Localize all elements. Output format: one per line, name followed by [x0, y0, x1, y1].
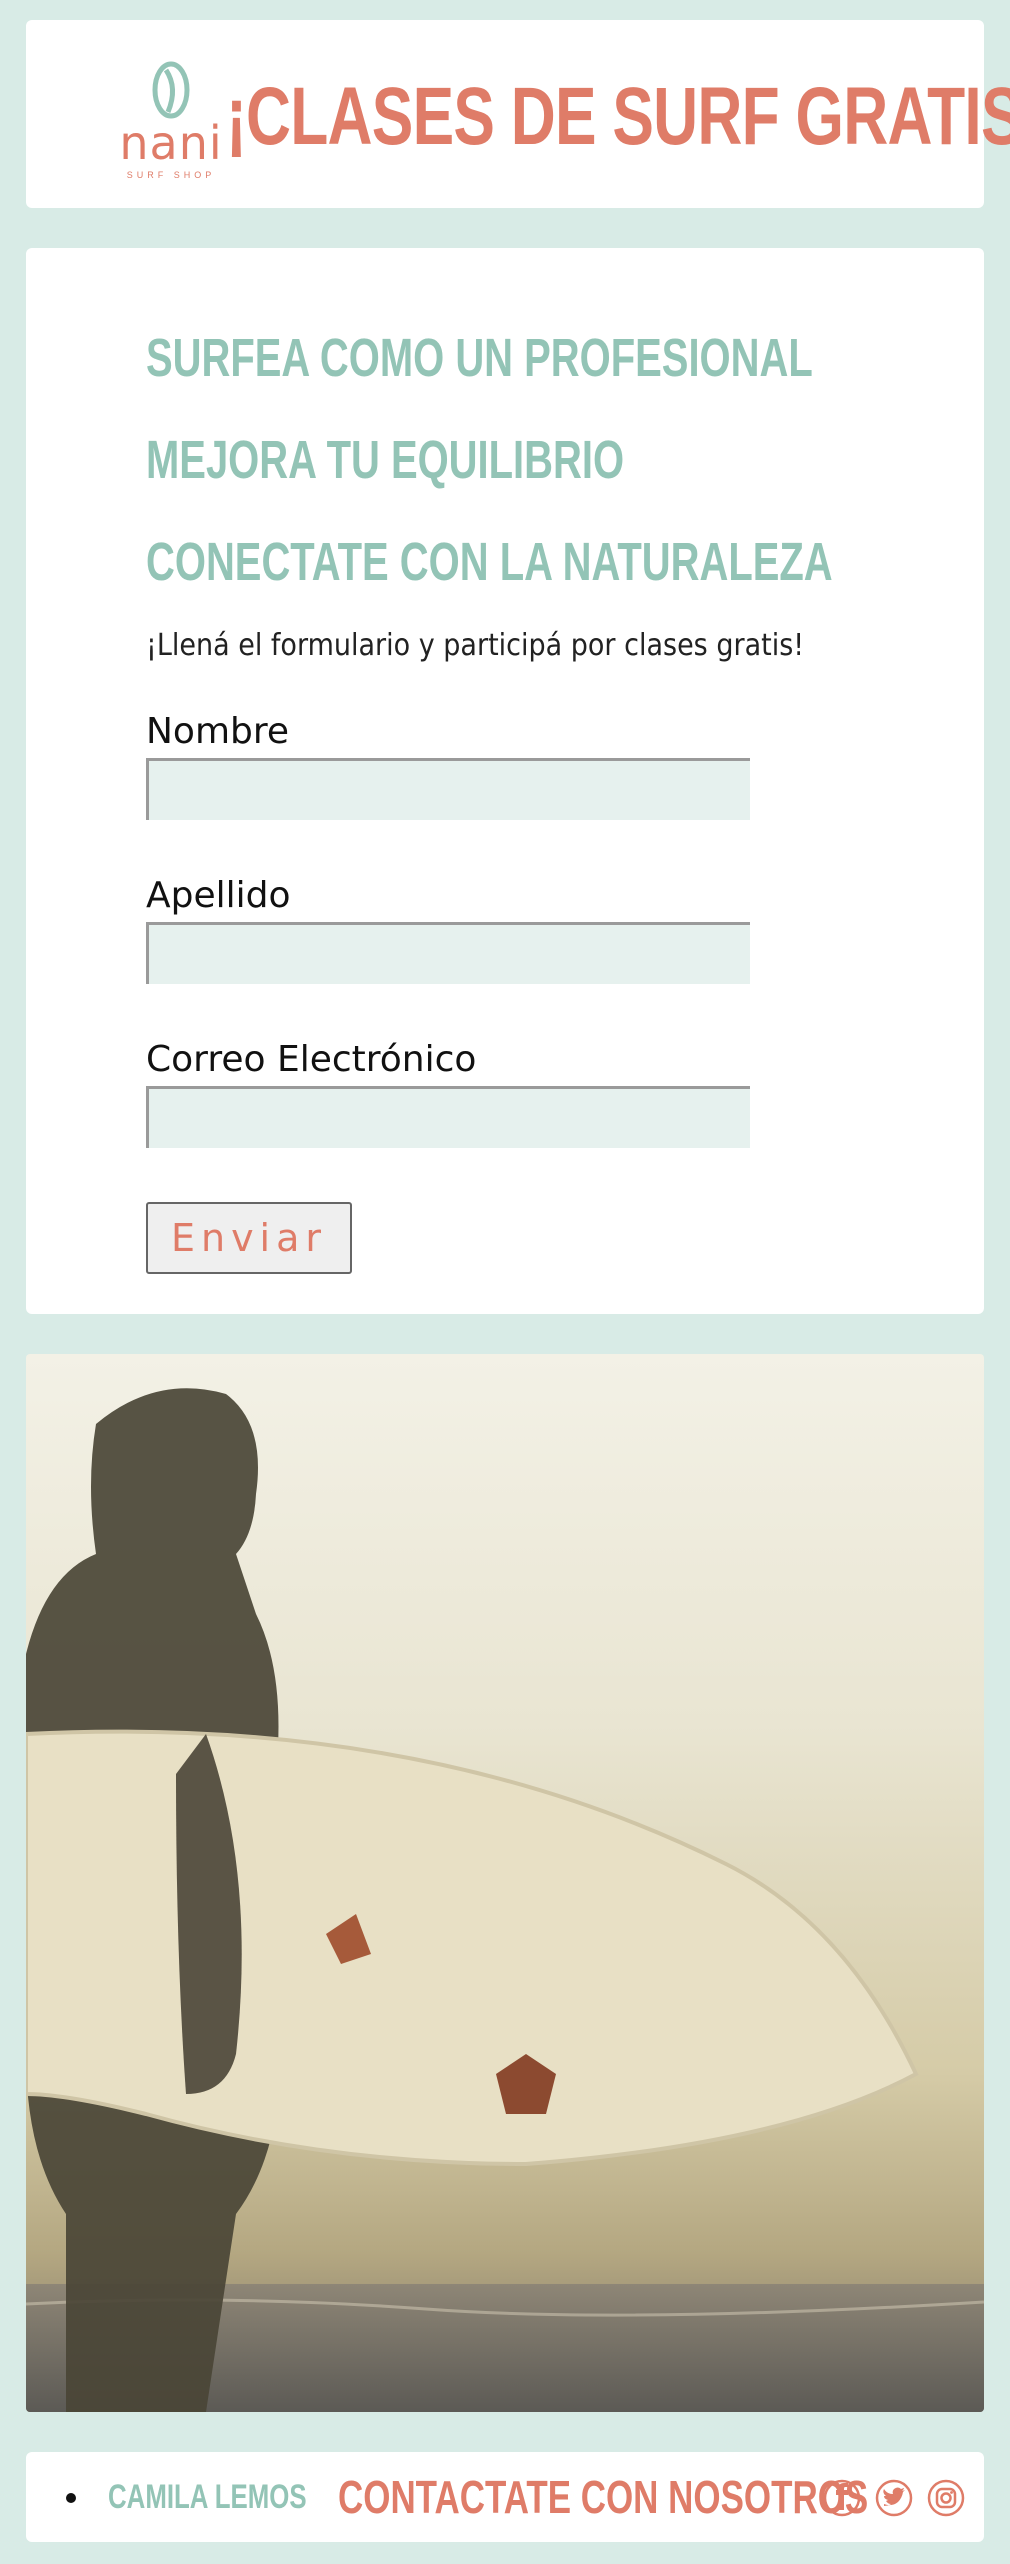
email-field[interactable]: [146, 1086, 750, 1148]
logo-subtitle: SURF SHOP: [126, 170, 216, 180]
benefit-heading: CONECTATE CON LA NATURALEZA: [146, 532, 833, 592]
first-name-field[interactable]: [146, 758, 750, 820]
benefit-heading: SURFEA COMO UN PROFESIONAL: [146, 328, 813, 388]
submit-button[interactable]: Enviar: [146, 1202, 352, 1274]
last-name-field[interactable]: [146, 922, 750, 984]
signup-form-card: SURFEA COMO UN PROFESIONAL MEJORA TU EQU…: [26, 248, 984, 1314]
last-name-label: Apellido: [146, 875, 291, 916]
surfer-illustration: [26, 1388, 984, 2412]
author-name: CAMILA LEMOS: [108, 2478, 307, 2516]
instagram-icon[interactable]: [926, 2478, 966, 2518]
form-intro-text: ¡Llená el formulario y participá por cla…: [146, 628, 805, 663]
nani-surf-shop-logo: nani SURF SHOP: [106, 58, 236, 188]
contact-heading: CONTACTATE CON NOSOTROS: [338, 2471, 869, 2523]
benefit-heading: MEJORA TU EQUILIBRIO: [146, 430, 625, 490]
surfer-photo: [26, 1354, 984, 2412]
header-banner: nani SURF SHOP ¡CLASES DE SURF GRATIS!: [26, 20, 1010, 208]
logo-wordmark: nani: [119, 116, 223, 170]
first-name-label: Nombre: [146, 711, 290, 752]
facebook-icon[interactable]: [822, 2478, 862, 2518]
page-footer: CAMILA LEMOS CONTACTATE CON NOSOTROS: [26, 2452, 984, 2542]
list-bullet: [66, 2493, 76, 2503]
email-label: Correo Electrónico: [146, 1039, 477, 1080]
page-title: ¡CLASES DE SURF GRATIS!: [226, 71, 1010, 162]
twitter-icon[interactable]: [874, 2478, 914, 2518]
